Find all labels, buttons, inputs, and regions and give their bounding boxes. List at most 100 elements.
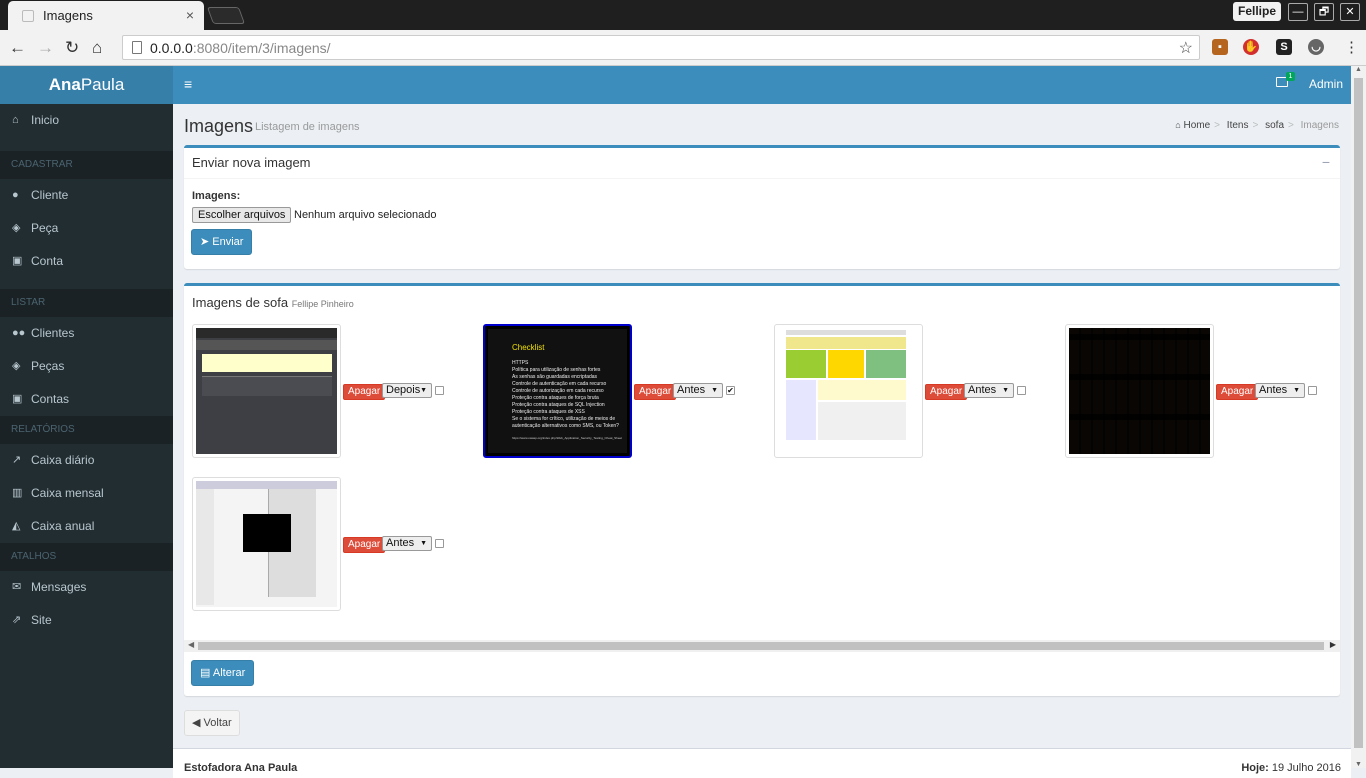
- footer-date: Hoje: 19 Julho 2016: [1241, 762, 1341, 774]
- reload-icon[interactable]: ↻: [65, 38, 79, 58]
- sidebar-item-site[interactable]: ⇗ Site: [0, 604, 173, 637]
- delete-image-button[interactable]: Apagar: [1216, 384, 1259, 400]
- delete-image-button[interactable]: Apagar: [925, 384, 968, 400]
- content-area: Imagens Listagem de imagens ⌂ Home > Iten…: [173, 104, 1351, 778]
- extension-icon[interactable]: ▪: [1212, 39, 1228, 55]
- sidebar-item-clientes[interactable]: ●● Clientes: [0, 317, 173, 350]
- close-window-button[interactable]: ✕: [1340, 3, 1360, 21]
- image-checkbox[interactable]: [1308, 386, 1317, 395]
- address-bar[interactable]: 0.0.0.0:8080/item/3/imagens/ ☆: [122, 35, 1200, 60]
- s-extension-icon[interactable]: S: [1276, 39, 1292, 55]
- breadcrumb-home[interactable]: Home: [1183, 120, 1210, 131]
- cube-icon: ◈: [12, 222, 21, 234]
- image-thumbnail[interactable]: [192, 477, 341, 611]
- sidebar-item-cliente[interactable]: ● Cliente: [0, 179, 173, 212]
- brand-logo[interactable]: AnaPaula: [0, 66, 173, 104]
- sidebar-item-caixa-diario[interactable]: ↗ Caixa diário: [0, 444, 173, 477]
- order-select[interactable]: Antes ▼: [1255, 383, 1305, 398]
- scroll-right-icon[interactable]: ▶: [1330, 640, 1336, 649]
- sidebar-item-peca[interactable]: ◈ Peça: [0, 212, 173, 245]
- mail-count-badge: 1: [1286, 72, 1295, 81]
- delete-image-button[interactable]: Apagar: [634, 384, 677, 400]
- sidebar-item-inicio[interactable]: ⌂ Inicio: [0, 104, 173, 137]
- order-select[interactable]: Antes ▼: [964, 383, 1014, 398]
- breadcrumb: ⌂ Home > Itens > sofa > Imagens: [1175, 120, 1339, 131]
- page-subtitle: Listagem de imagens: [255, 121, 360, 133]
- scroll-up-icon[interactable]: ▲: [1355, 66, 1362, 73]
- image-thumbnail[interactable]: [1065, 324, 1214, 458]
- users-icon: ●●: [12, 327, 26, 339]
- menu-dots-icon[interactable]: ⋮: [1344, 38, 1359, 56]
- url-text[interactable]: 0.0.0.0:8080/item/3/imagens/: [150, 40, 331, 56]
- sidebar-item-conta[interactable]: ▣ Conta: [0, 245, 173, 278]
- line-chart-icon: ↗: [12, 454, 22, 466]
- update-button[interactable]: ▤ Alterar: [191, 660, 255, 686]
- delete-image-button[interactable]: Apagar: [343, 384, 386, 400]
- bar-chart-icon: ▥: [12, 487, 23, 499]
- sidebar-item-mensages[interactable]: ✉ Mensages: [0, 571, 173, 604]
- file-status-text: Nenhum arquivo selecionado: [294, 209, 437, 221]
- vertical-scrollbar-thumb[interactable]: [1354, 78, 1363, 748]
- scroll-down-icon[interactable]: ▼: [1355, 761, 1362, 768]
- sidebar: AnaPaula ⌂ Inicio CADASTRAR ● Cliente ◈ Peç…: [0, 66, 173, 768]
- browser-titlebar: Imagens × Fellipe — 🗗 ✕: [0, 0, 1366, 30]
- images-field-label: Imagens:: [192, 190, 241, 202]
- back-arrow-icon[interactable]: ←: [9, 38, 26, 58]
- new-tab-button[interactable]: [206, 7, 246, 24]
- image-checkbox[interactable]: [435, 386, 444, 395]
- upload-box-title: Enviar nova imagem: [184, 148, 1340, 179]
- money-icon: ▣: [12, 255, 23, 267]
- slide-title: Checklist: [512, 343, 545, 352]
- bookmark-star-icon[interactable]: ☆: [1179, 38, 1193, 58]
- order-select[interactable]: Antes ▼: [673, 383, 723, 398]
- tab-close-icon[interactable]: ×: [186, 7, 194, 23]
- gallery-box: Imagens de sofa Fellipe Pinheiro Apagar …: [184, 283, 1340, 696]
- image-thumbnail[interactable]: [192, 324, 341, 458]
- order-select[interactable]: Antes ▼: [382, 536, 432, 551]
- breadcrumb-itens[interactable]: Itens: [1227, 120, 1249, 131]
- horizontal-scrollbar[interactable]: ◀ ▶: [184, 640, 1340, 652]
- home-icon[interactable]: ⌂: [92, 38, 102, 58]
- footer-company: Estofadora Ana Paula: [184, 762, 298, 774]
- breadcrumb-sofa[interactable]: sofa: [1265, 120, 1284, 131]
- user-menu[interactable]: Admin: [1309, 77, 1343, 91]
- external-link-icon: ⇗: [12, 614, 22, 626]
- vertical-scrollbar[interactable]: ▲ ▼: [1351, 66, 1366, 768]
- image-thumbnail[interactable]: [774, 324, 923, 458]
- gallery-owner: Fellipe Pinheiro: [291, 299, 354, 309]
- sidebar-item-pecas[interactable]: ◈ Peças: [0, 350, 173, 383]
- sidebar-header-cadastrar: CADASTRAR: [0, 151, 173, 179]
- profile-button[interactable]: Fellipe: [1233, 2, 1281, 21]
- page-info-icon[interactable]: [132, 41, 142, 54]
- page-favicon-icon: [22, 10, 34, 22]
- envelope-icon: ✉: [12, 581, 22, 593]
- pocket-extension-icon[interactable]: ◡: [1308, 39, 1324, 55]
- delete-image-button[interactable]: Apagar: [343, 537, 386, 553]
- back-button[interactable]: ◀ Voltar: [184, 710, 240, 736]
- sidebar-item-caixa-mensal[interactable]: ▥ Caixa mensal: [0, 477, 173, 510]
- sidebar-item-caixa-anual[interactable]: ◭ Caixa anual: [0, 510, 173, 543]
- restore-button[interactable]: 🗗: [1314, 3, 1334, 21]
- adblock-extension-icon[interactable]: ✋: [1243, 39, 1259, 55]
- minimize-button[interactable]: —: [1288, 3, 1308, 21]
- sidebar-header-relatorios: RELATÓRIOS: [0, 416, 173, 444]
- tab-title: Imagens: [43, 8, 93, 23]
- hamburger-menu-icon[interactable]: ≡: [184, 76, 192, 92]
- scroll-left-icon[interactable]: ◀: [188, 640, 194, 649]
- image-checkbox[interactable]: [435, 539, 444, 548]
- browser-tab[interactable]: Imagens ×: [8, 1, 204, 30]
- footer: Estofadora Ana Paula Hoje: 19 Julho 2016: [173, 748, 1351, 778]
- send-button[interactable]: ➤ Enviar: [191, 229, 253, 255]
- sidebar-item-contas[interactable]: ▣ Contas: [0, 383, 173, 416]
- collapse-icon[interactable]: −: [1322, 154, 1330, 170]
- choose-files-button[interactable]: Escolher arquivos: [192, 207, 292, 223]
- slide-checklist: HTTPS Política para utilização de senhas…: [512, 360, 619, 429]
- scrollbar-thumb[interactable]: [198, 642, 1324, 650]
- image-thumbnail-selected[interactable]: Checklist HTTPS Política para utilização…: [483, 324, 632, 458]
- top-navbar: ≡ 1 Admin: [173, 66, 1351, 104]
- order-select[interactable]: Depois ▼: [382, 383, 432, 398]
- forward-arrow-icon[interactable]: →: [37, 38, 54, 58]
- image-checkbox[interactable]: [1017, 386, 1026, 395]
- image-checkbox-checked[interactable]: ✔: [726, 386, 735, 395]
- money-icon: ▣: [12, 393, 23, 405]
